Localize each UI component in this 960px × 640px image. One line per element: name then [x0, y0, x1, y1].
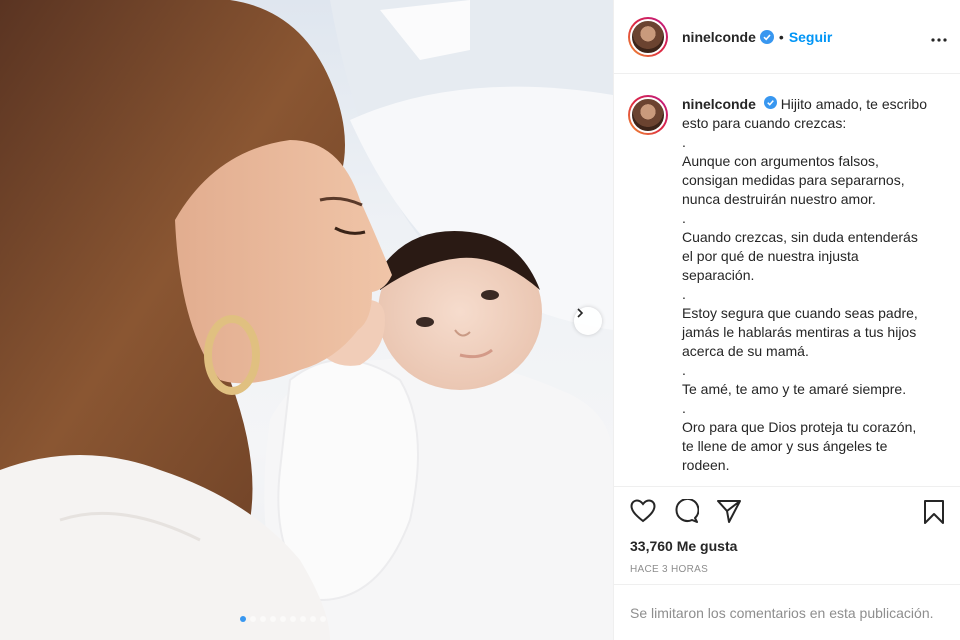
carousel-dot [320, 616, 326, 622]
carousel-dot [310, 616, 316, 622]
avatar-image [630, 18, 666, 55]
carousel-dot [250, 616, 256, 622]
carousel-dot [270, 616, 276, 622]
caption-line: Estoy segura que cuando seas padre, [682, 305, 918, 321]
caption-line: consigan medidas para separarnos, [682, 172, 905, 188]
caption-line: rodeen. [682, 457, 730, 473]
carousel-dot [300, 616, 306, 622]
caption: ninelconde Hijito amado, te escribo esto… [628, 95, 947, 475]
caption-line: jamás le hablarás mentiras a tus hijos [682, 324, 917, 340]
post-actions: 33,760 Me gusta HACE 3 HORAS Se limitaro… [614, 486, 960, 640]
caption-line: nunca destruirán nuestro amor. [682, 191, 876, 207]
comment-icon[interactable] [673, 498, 700, 528]
caption-username[interactable]: ninelconde [682, 96, 756, 112]
caption-line-text: Hijito amado, te escribo [780, 96, 927, 112]
caption-line: Cuando crezcas, sin duda entenderás [682, 229, 918, 245]
username-link[interactable]: ninelconde [682, 29, 756, 45]
carousel-indicator [240, 616, 326, 622]
action-icons [630, 498, 742, 528]
more-options-icon[interactable] [931, 30, 947, 48]
caption-line: esto para cuando crezcas: [682, 115, 847, 131]
post-timestamp[interactable]: HACE 3 HORAS [630, 564, 708, 575]
carousel-next-button[interactable] [574, 307, 602, 335]
avatar-image [630, 97, 666, 133]
heart-icon[interactable] [630, 499, 656, 528]
comments-disabled-notice: Se limitaron los comentarios en esta pub… [614, 584, 960, 640]
carousel-dot [260, 616, 266, 622]
caption-line: . [682, 400, 686, 416]
verified-badge-icon [759, 29, 774, 44]
separator-dot: • [778, 28, 784, 45]
comments-section: ninelconde Hijito amado, te escribo esto… [614, 75, 960, 486]
caption-line: Te amé, te amo y te amaré siempre. [682, 381, 907, 397]
bookmark-icon[interactable] [923, 499, 945, 530]
caption-line: . [682, 210, 686, 226]
post-photo [0, 0, 613, 640]
carousel-dot [290, 616, 296, 622]
caption-line: separación. [682, 267, 755, 283]
carousel-dot [280, 616, 286, 622]
caption-line: el por qué de nuestra injusta [682, 248, 859, 264]
avatar[interactable] [628, 16, 668, 57]
caption-line: ninelconde Hijito amado, te escribo [682, 95, 944, 114]
caption-text: ninelconde Hijito amado, te escribo esto… [682, 95, 944, 475]
carousel-dot [240, 616, 246, 622]
likes-count[interactable]: 33,760 Me gusta [630, 538, 737, 554]
caption-line: te llene de amor y sus ángeles te [682, 438, 888, 454]
caption-avatar[interactable] [628, 95, 668, 135]
follow-button[interactable]: Seguir [789, 29, 833, 45]
caption-line: acerca de su mamá. [682, 343, 809, 359]
caption-line: Oro para que Dios proteja tu corazón, [682, 419, 917, 435]
verified-badge-icon [763, 96, 777, 109]
caption-line: . [682, 286, 686, 302]
post-header: ninelconde • Seguir [614, 0, 960, 74]
caption-line: Aunque con argumentos falsos, [682, 153, 879, 169]
caption-line: . [682, 362, 686, 378]
post-side-panel: ninelconde • Seguir ninelconde Hijito am… [613, 0, 960, 640]
caption-line: . [682, 134, 686, 150]
share-icon[interactable] [716, 499, 742, 528]
photo-illustration [0, 0, 613, 640]
